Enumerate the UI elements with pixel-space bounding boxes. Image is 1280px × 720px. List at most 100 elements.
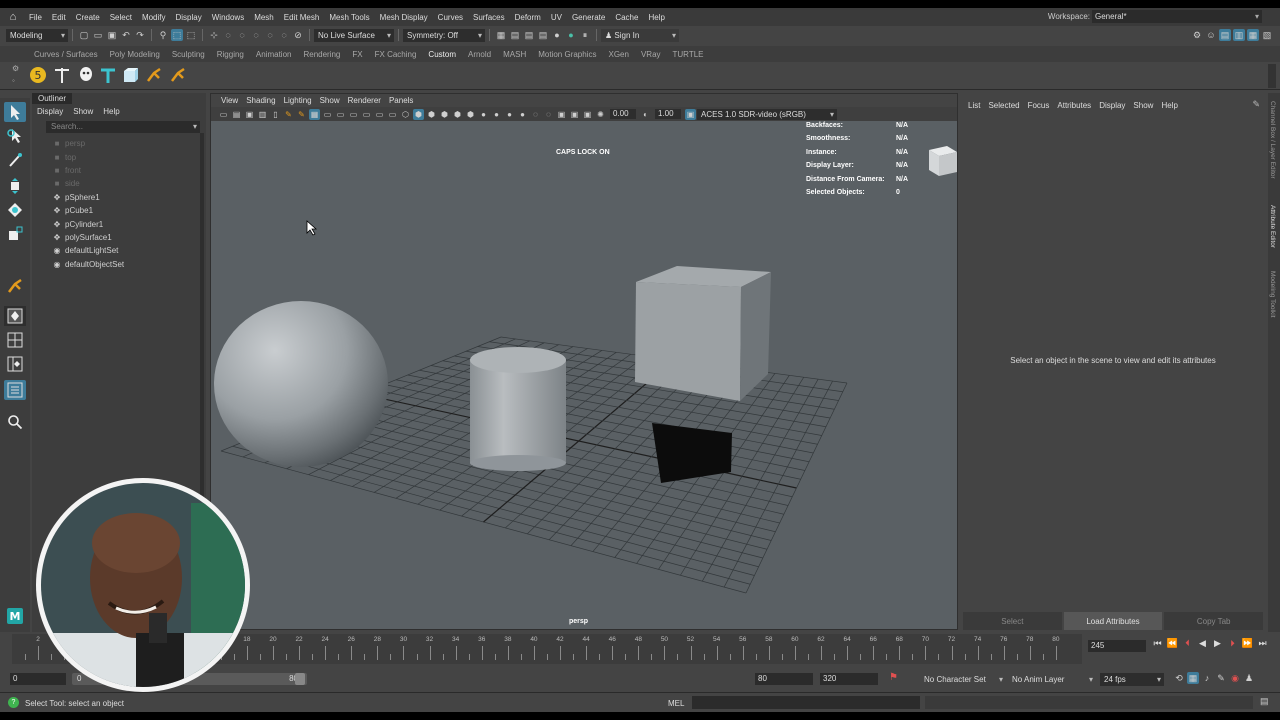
persp-outliner-layout-icon[interactable] [4,354,26,374]
outliner-layout-icon[interactable] [4,380,26,400]
menu-set-dropdown[interactable]: Modeling [6,28,68,42]
playback-end-field[interactable]: 80 [755,673,813,685]
2d-pan-zoom-icon[interactable]: ▯ [270,109,281,120]
snap-options-icon[interactable]: ⊘ [292,29,304,41]
outliner-menu-display[interactable]: Display [32,107,68,116]
step-back-frame-icon[interactable]: ⏴ [1180,638,1195,649]
outliner-toggle-icon[interactable]: ▧ [1261,29,1273,41]
outliner-item[interactable]: ■ top [52,150,202,163]
attribute-editor-toggle-icon[interactable]: ▤ [1219,29,1231,41]
menu-curves[interactable]: Curves [433,13,468,22]
shelf-tab-curves-surfaces[interactable]: Curves / Surfaces [28,50,104,59]
exposure-icon[interactable]: ✺ [595,109,606,120]
live-surface-dropdown[interactable]: No Live Surface [314,28,394,42]
menu-uv[interactable]: UV [546,13,567,22]
modeling-toolkit-tab[interactable]: Modeling Toolkit [1269,271,1276,318]
menu-windows[interactable]: Windows [207,13,249,22]
menu-help[interactable]: Help [643,13,669,22]
view-cube[interactable] [923,140,958,180]
outliner-item[interactable]: ✥ polySurface1 [52,231,202,244]
shelf-ik-tool-icon[interactable] [168,65,188,85]
ipr-render-icon[interactable]: ▤ [523,29,535,41]
menu-select[interactable]: Select [105,13,137,22]
shelf-tab-fx[interactable]: FX [346,50,368,59]
film-gate-icon[interactable]: ▭ [322,109,333,120]
scene-start-field[interactable]: 0 [10,673,66,685]
cube-object[interactable] [635,266,771,401]
menu-modify[interactable]: Modify [137,13,171,22]
maya-logo-icon[interactable]: M [4,606,26,626]
shelf-tab-turtle[interactable]: TURTLE [667,50,710,59]
single-perspective-layout-icon[interactable] [4,306,26,326]
color-space-dropdown[interactable]: ACES 1.0 SDR-video (sRGB) [697,108,837,120]
snap-grid-icon[interactable]: ⊹ [208,29,220,41]
loop-icon[interactable]: ⟲ [1173,672,1185,684]
smooth-shade-icon[interactable]: ⬢ [413,108,424,120]
gamma-icon[interactable]: ◐ [640,109,651,120]
use-all-lights-icon[interactable]: ⬢ [452,109,463,120]
snap-point-icon[interactable]: ◌ [236,29,248,41]
shelf-tab-xgen[interactable]: XGen [602,50,634,59]
menu-generate[interactable]: Generate [567,13,610,22]
go-to-start-icon[interactable]: ⏮ [1150,638,1165,649]
hypershade-icon[interactable]: ● [551,29,563,41]
shelf-tab-sculpting[interactable]: Sculpting [166,50,211,59]
snap-view-plane-icon[interactable]: ◌ [264,29,276,41]
auto-key-icon[interactable]: ⚑ [889,672,898,683]
pin-icon[interactable]: ✎ [1252,99,1260,110]
safe-action-icon[interactable]: ▭ [374,109,385,120]
field-chart-icon[interactable]: ▭ [361,109,372,120]
outliner-item[interactable]: ◉ defaultLightSet [52,244,202,257]
render-frame-icon[interactable]: ▤ [509,29,521,41]
outliner-menu-show[interactable]: Show [68,107,98,116]
attr-menu-help[interactable]: Help [1157,101,1181,110]
shelf-tab-motion-graphics[interactable]: Motion Graphics [532,50,602,59]
step-forward-frame-icon[interactable]: ⏵ [1225,638,1240,649]
load-attributes-button[interactable]: Load Attributes [1063,612,1163,630]
attr-menu-focus[interactable]: Focus [1024,101,1054,110]
animation-prefs-icon[interactable]: ◉ [1229,672,1241,684]
resolution-gate-icon[interactable]: ▭ [335,109,346,120]
shelf-tab-rendering[interactable]: Rendering [297,50,346,59]
copy-tab-button[interactable]: Copy Tab [1164,612,1264,630]
xray-joints-icon[interactable]: ● [504,109,515,120]
menu-deform[interactable]: Deform [510,13,546,22]
anim-end-field[interactable]: 320 [820,673,878,685]
snap-projected-icon[interactable]: ◌ [250,29,262,41]
menu-edit[interactable]: Edit [47,13,71,22]
menu-display[interactable]: Display [171,13,207,22]
paint-icon[interactable]: ✎ [296,109,307,120]
attribute-editor-tab[interactable]: Attribute Editor [1269,205,1276,248]
anim-layer-dropdown[interactable]: No Anim Layer [1008,673,1096,686]
cylinder-object[interactable] [470,347,566,471]
sound-icon[interactable]: ♪ [1201,672,1213,684]
menu-surfaces[interactable]: Surfaces [468,13,510,22]
grid-toggle-icon[interactable]: ▦ [309,108,320,120]
viewport-menu-show[interactable]: Show [316,96,344,105]
workspace-selector[interactable]: Workspace: General* [1048,10,1262,23]
shelf-tab-animation[interactable]: Animation [250,50,298,59]
outliner-item[interactable]: ✥ pSphere1 [52,191,202,204]
wireframe-icon[interactable]: ⬡ [400,109,411,120]
current-frame-field[interactable]: 245 [1088,640,1146,652]
viewport-menu-lighting[interactable]: Lighting [280,96,316,105]
attr-menu-display[interactable]: Display [1095,101,1129,110]
hud-icon[interactable]: ▣ [582,109,593,120]
viewport-menu-shading[interactable]: Shading [242,96,279,105]
home-icon[interactable]: ⌂ [6,10,20,24]
shelf-script-icon[interactable]: 5 [28,65,48,85]
lasso-tool-icon[interactable] [4,126,26,146]
character-controls-icon[interactable]: ☺ [1205,29,1217,41]
shadows-icon[interactable]: ⬢ [465,109,476,120]
textured-icon[interactable]: ⬢ [439,109,450,120]
sign-in-dropdown[interactable]: ♟ Sign In [601,28,679,42]
viewport-menu-renderer[interactable]: Renderer [344,96,385,105]
select-tool-icon[interactable] [4,102,26,122]
grease-pencil-icon[interactable]: ✎ [283,109,294,120]
shelf-mask-icon[interactable] [76,65,96,85]
play-backwards-icon[interactable]: ◀ [1195,638,1210,649]
move-tool-icon[interactable] [4,176,26,196]
xray-components-icon[interactable]: ● [517,109,528,120]
menu-create[interactable]: Create [71,13,105,22]
viewport-menu-view[interactable]: View [217,96,242,105]
